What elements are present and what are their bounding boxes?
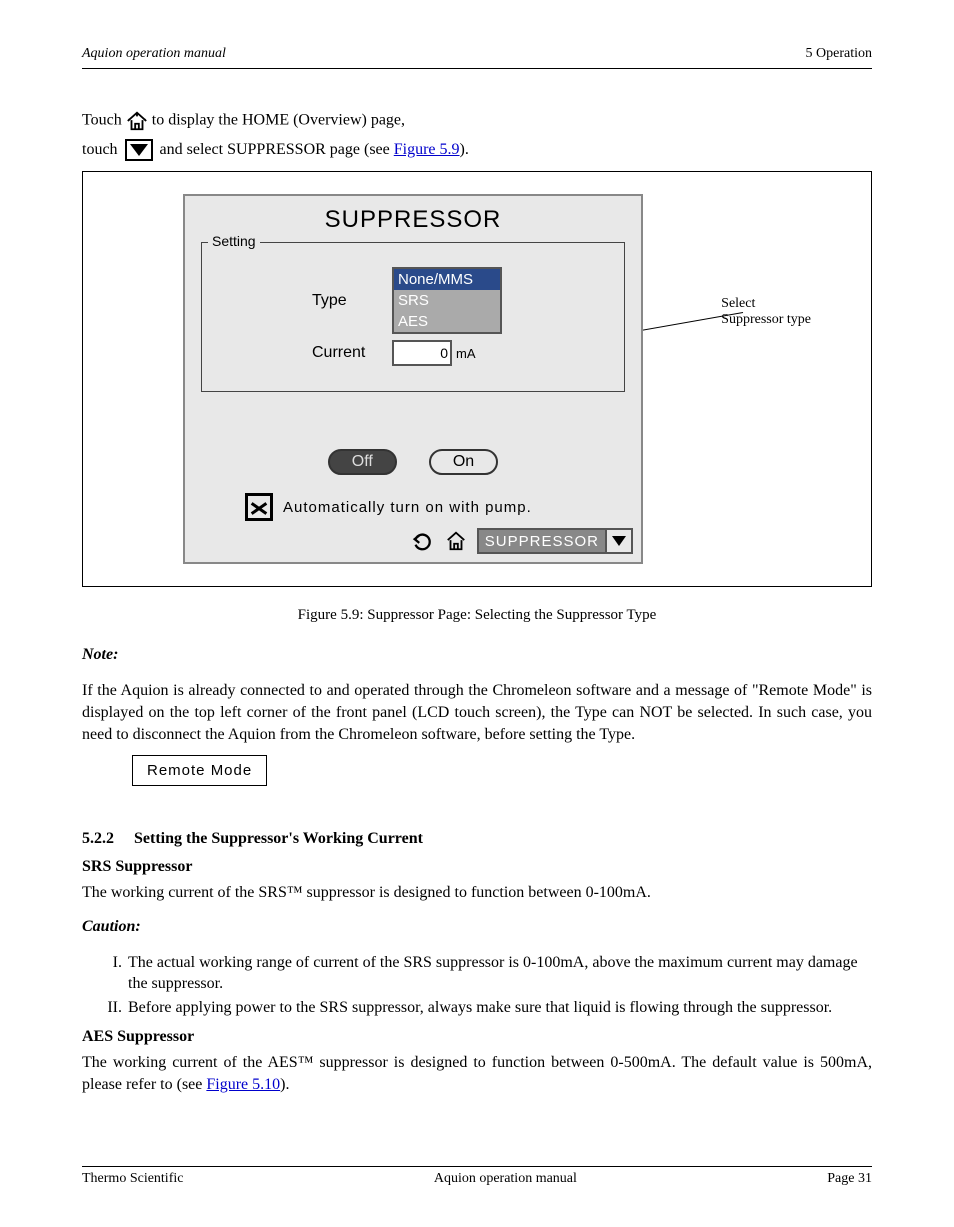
undo-icon[interactable]	[409, 528, 435, 554]
intro-block: Touch to display the HOME (Overview) pag…	[82, 109, 872, 161]
type-option-aes[interactable]: AES	[394, 311, 500, 332]
auto-on-label: Automatically turn on with pump.	[283, 499, 532, 516]
suppressor-dialog: SUPPRESSOR Setting Type None/MMS SRS AES…	[183, 194, 643, 564]
type-option-none[interactable]: None/MMS	[394, 269, 500, 290]
type-option-srs[interactable]: SRS	[394, 290, 500, 311]
figure-frame: Select Suppressor type SUPPRESSOR Settin…	[82, 171, 872, 587]
footer-center: Aquion operation manual	[434, 1171, 577, 1187]
dialog-title: SUPPRESSOR	[185, 206, 641, 234]
caution-item-1: The actual working range of current of t…	[128, 952, 872, 995]
page-dropdown-value: SUPPRESSOR	[479, 530, 605, 552]
annotation-text: Select	[721, 296, 755, 312]
type-row: Type None/MMS SRS AES	[312, 267, 624, 334]
subheading-srs: SRS Suppressor	[82, 858, 872, 876]
chevron-down-icon	[605, 530, 631, 552]
aes-body-text: The working current of the AES™ suppress…	[82, 1054, 872, 1093]
current-unit: mA	[456, 346, 476, 361]
subheading-aes: AES Suppressor	[82, 1028, 872, 1046]
off-button[interactable]: Off	[328, 449, 397, 475]
on-button[interactable]: On	[429, 449, 498, 475]
intro-text: touch	[82, 141, 122, 158]
auto-on-row: Automatically turn on with pump.	[245, 493, 641, 521]
current-row: Current 0 mA	[312, 340, 624, 366]
caution-list: The actual working range of current of t…	[82, 952, 872, 1019]
header-left: Aquion operation manual	[82, 46, 226, 62]
home-icon	[126, 109, 148, 133]
onoff-buttons: Off On	[185, 449, 641, 475]
fieldset-legend: Setting	[208, 233, 260, 249]
figure-link-2[interactable]: Figure 5.10	[206, 1076, 280, 1093]
page-footer: Thermo Scientific Aquion operation manua…	[82, 1166, 872, 1187]
footer-left: Thermo Scientific	[82, 1171, 183, 1187]
caution-title: Caution:	[82, 918, 872, 936]
footer-rule	[82, 1166, 872, 1167]
intro-line1: Touch to display the HOME (Overview) pag…	[82, 109, 872, 133]
intro-text: and select SUPPRESSOR page (see	[160, 141, 394, 158]
page-dropdown[interactable]: SUPPRESSOR	[477, 528, 633, 554]
note-title: Note:	[82, 646, 872, 664]
dialog-bottom-bar: SUPPRESSOR	[409, 528, 633, 554]
note-body: If the Aquion is already connected to an…	[82, 680, 872, 745]
figure-caption: Figure 5.9: Suppressor Page: Selecting t…	[82, 607, 872, 624]
section-number: 5.2.2	[82, 830, 114, 848]
intro-text: ).	[460, 141, 469, 158]
header-right: 5 Operation	[806, 46, 872, 62]
current-label: Current	[312, 344, 392, 362]
running-header: Aquion operation manual 5 Operation	[82, 46, 872, 62]
footer-right: Page 31	[827, 1171, 872, 1187]
intro-text: to display the HOME (Overview) page,	[152, 112, 405, 129]
current-input[interactable]: 0	[392, 340, 452, 366]
figure-link[interactable]: Figure 5.9	[394, 141, 460, 158]
dropdown-caret-icon	[125, 139, 153, 161]
caution-item-2: Before applying power to the SRS suppres…	[128, 997, 872, 1019]
settings-fieldset: Setting Type None/MMS SRS AES Current 0 …	[201, 242, 625, 392]
aes-body: The working current of the AES™ suppress…	[82, 1052, 872, 1095]
header-rule	[82, 68, 872, 69]
aes-body-text: ).	[280, 1076, 289, 1093]
section-title: Setting the Suppressor's Working Current	[134, 830, 423, 848]
section-heading: 5.2.2 Setting the Suppressor's Working C…	[82, 830, 872, 848]
home-icon-small[interactable]	[443, 528, 469, 554]
type-select[interactable]: None/MMS SRS AES	[392, 267, 502, 334]
remote-mode-badge: Remote Mode	[132, 755, 267, 786]
annotation-text: Suppressor type	[721, 312, 811, 328]
auto-on-checkbox[interactable]	[245, 493, 273, 521]
intro-text: Touch	[82, 112, 126, 129]
intro-line2: touch and select SUPPRESSOR page (see Fi…	[82, 139, 872, 161]
srs-body: The working current of the SRS™ suppress…	[82, 882, 872, 904]
type-label: Type	[312, 292, 392, 310]
